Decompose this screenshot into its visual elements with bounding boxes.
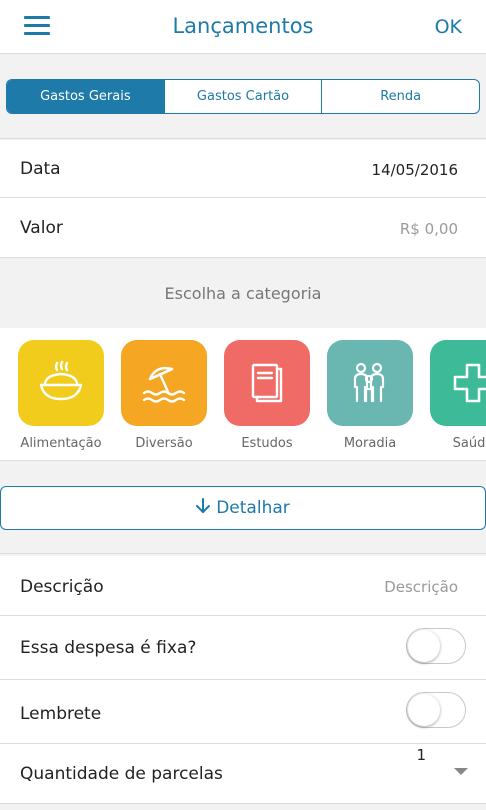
reminder-row: Lembrete: [0, 680, 486, 744]
tab-bar-container: Gastos Gerais Gastos Cartão Renda: [0, 55, 486, 139]
arrow-down-icon: [196, 497, 211, 519]
category-carousel[interactable]: Alimentação Diversão Estudos Moradia Saú…: [0, 328, 486, 461]
fixed-expense-row: Essa despesa é fixa?: [0, 616, 486, 680]
installments-row: Quantidade de parcelas 1: [0, 744, 486, 804]
book-icon: [224, 340, 310, 426]
category-label: Estudos: [241, 436, 293, 451]
category-label: Moradia: [343, 436, 397, 451]
installments-value: 1: [416, 746, 426, 764]
category-section-title: Escolha a categoria: [0, 258, 486, 328]
installments-label: Quantidade de parcelas: [20, 764, 223, 784]
health-cross-icon: [430, 340, 486, 426]
tab-gastos-gerais[interactable]: Gastos Gerais: [7, 80, 165, 113]
tab-renda[interactable]: Renda: [322, 80, 479, 113]
detail-button[interactable]: Detalhar: [0, 486, 486, 530]
category-saude[interactable]: Saúde: [430, 340, 486, 451]
fixed-expense-toggle[interactable]: [406, 628, 466, 664]
category-diversao[interactable]: Diversão: [121, 340, 207, 451]
fixed-expense-label: Essa despesa é fixa?: [20, 638, 197, 658]
top-bar: Lançamentos OK: [0, 0, 486, 54]
ok-button[interactable]: OK: [435, 16, 462, 38]
amount-row[interactable]: Valor R$ 0,00: [0, 198, 486, 258]
beach-umbrella-icon: [121, 340, 207, 426]
reminder-label: Lembrete: [20, 704, 102, 724]
category-estudos[interactable]: Estudos: [224, 340, 310, 451]
detail-button-label: Detalhar: [216, 498, 290, 518]
amount-label: Valor: [20, 218, 63, 238]
family-icon: [327, 340, 413, 426]
category-alimentacao[interactable]: Alimentação: [18, 340, 104, 451]
date-value[interactable]: 14/05/2016: [372, 161, 458, 179]
category-label: Saúde: [452, 436, 486, 451]
date-label: Data: [20, 159, 61, 179]
tab-gastos-cartao[interactable]: Gastos Cartão: [165, 80, 323, 113]
segmented-control: Gastos Gerais Gastos Cartão Renda: [6, 79, 480, 114]
description-input[interactable]: Descrição: [384, 578, 458, 596]
description-label: Descrição: [20, 577, 104, 597]
chevron-down-icon: [454, 768, 468, 775]
category-label: Alimentação: [20, 436, 102, 451]
category-moradia[interactable]: Moradia: [327, 340, 413, 451]
food-bowl-icon: [18, 340, 104, 426]
amount-input[interactable]: R$ 0,00: [400, 220, 458, 238]
installments-picker[interactable]: 1: [386, 744, 486, 800]
description-row[interactable]: Descrição Descrição: [0, 556, 486, 616]
category-label: Diversão: [135, 436, 193, 451]
date-row[interactable]: Data 14/05/2016: [0, 140, 486, 198]
page-title: Lançamentos: [172, 14, 314, 38]
reminder-toggle[interactable]: [406, 692, 466, 728]
